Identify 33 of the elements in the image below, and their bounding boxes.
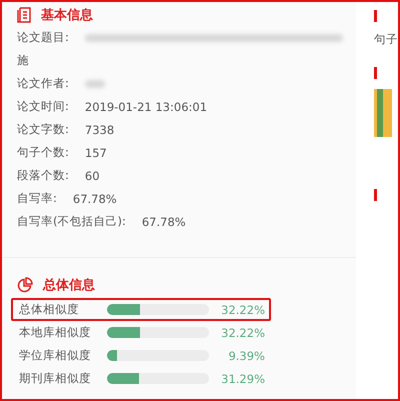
metric-label: 期刊库相似度 [19,371,92,386]
metric-value: 32.22% [221,302,266,316]
field-label: 论文作者: [17,76,69,91]
field-label: 论文字数: [17,122,69,137]
metric-value: 31.29% [221,372,266,386]
document-icon [17,7,31,23]
side-text: 句子 [374,32,398,47]
field-value: 67.78% [72,192,117,206]
metric-label: 本地库相似度 [19,325,92,340]
section-title: 基本信息 [41,7,93,24]
metric-value: 32.22% [221,326,266,340]
field-label: 句子个数: [17,145,69,160]
pie-chart-icon [17,277,33,293]
field-label: 自写率(不包括自己): [17,214,126,229]
field-label: 论文时间: [17,99,69,114]
field-label: 自写率: [17,191,57,206]
field-label: 论文题目: [17,30,69,45]
field-value: 67.78% [142,214,186,228]
metric-label: 学位库相似度 [19,348,92,363]
section-marker [374,189,377,201]
field-value: 60 [84,168,100,182]
blurred-value [84,80,105,88]
field-value: 7338 [84,122,114,136]
bar-chart-drawing [374,89,392,137]
section-marker [374,67,377,79]
section-marker [374,10,377,22]
field-label: 段落个数: [17,168,69,183]
metric-value: 9.39% [228,348,266,362]
field-value: 157 [84,146,107,160]
metric-label: 总体相似度 [19,302,80,317]
section-title: 总体信息 [43,277,95,294]
field-value: 施 [17,53,29,68]
field-value: 2019-01-21 13:06:01 [84,100,208,114]
